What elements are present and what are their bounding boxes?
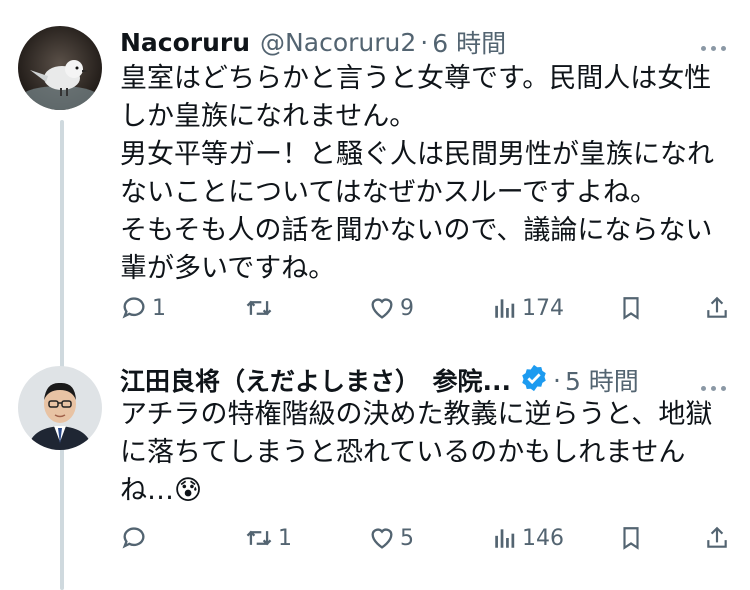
retweet-icon bbox=[246, 530, 272, 546]
thread-line bbox=[60, 460, 64, 580]
action-bar: 1 9 174 bbox=[120, 288, 732, 328]
separator-dot: · bbox=[553, 365, 561, 395]
bird-photo-avatar[interactable] bbox=[18, 26, 102, 110]
reply-count: 1 bbox=[152, 295, 166, 321]
tweet-text: 皇室はどちらかと言うと女尊です。民間人は女性しか皇族になれません。 男女平等ガー… bbox=[120, 63, 714, 284]
like-button[interactable]: 9 bbox=[368, 288, 414, 328]
more-options-icon[interactable] bbox=[698, 36, 728, 55]
bookmark-button[interactable] bbox=[618, 518, 644, 558]
bookmark-icon bbox=[623, 297, 639, 320]
reply-button[interactable]: 1 bbox=[120, 288, 166, 328]
bookmark-icon bbox=[623, 527, 639, 550]
views-count: 174 bbox=[522, 295, 564, 321]
retweet-count: 1 bbox=[278, 525, 292, 551]
heart-icon bbox=[371, 298, 393, 319]
share-button[interactable] bbox=[704, 518, 730, 558]
tweet-text: アチラの特権階級の決めた教義に逆らうと、地獄に落ちてしまうと恐れているのかもしれ… bbox=[120, 399, 713, 506]
retweet-button[interactable] bbox=[244, 288, 278, 328]
retweet-button[interactable]: 1 bbox=[244, 518, 292, 558]
bookmark-button[interactable] bbox=[618, 288, 644, 328]
views-chart-icon bbox=[495, 529, 515, 548]
views-chart-icon bbox=[495, 299, 515, 318]
like-count: 5 bbox=[400, 525, 414, 551]
views-button[interactable]: 146 bbox=[492, 518, 564, 558]
views-button[interactable]: 174 bbox=[492, 288, 564, 328]
timestamp[interactable]: 6 時間 bbox=[432, 24, 506, 60]
more-options-icon[interactable] bbox=[698, 376, 728, 395]
retweet-icon bbox=[246, 300, 272, 316]
verified-badge-icon bbox=[519, 363, 549, 397]
share-icon bbox=[707, 526, 727, 548]
action-bar: 1 5 146 bbox=[120, 518, 732, 558]
tweet-header: Nacoruru @Nacoruru2 · 6 時間 bbox=[120, 22, 734, 62]
views-count: 146 bbox=[522, 525, 564, 551]
timestamp[interactable]: 5 時間 bbox=[565, 362, 639, 398]
reply-icon bbox=[122, 527, 145, 549]
share-button[interactable] bbox=[704, 288, 730, 328]
man-in-suit-avatar[interactable] bbox=[18, 366, 102, 450]
author-name[interactable]: 江田良将（えだよしまさ） 参院... bbox=[120, 362, 511, 398]
tweet-2[interactable]: 江田良将（えだよしまさ） 参院... · 5 時間 アチラの特権階級の決めた教義… bbox=[0, 340, 750, 580]
reply-icon bbox=[122, 297, 145, 319]
author-handle[interactable]: @Nacoruru2 bbox=[260, 28, 416, 57]
author-name[interactable]: Nacoruru bbox=[120, 28, 250, 57]
separator-dot: · bbox=[420, 27, 429, 57]
tweet-1[interactable]: Nacoruru @Nacoruru2 · 6 時間 皇室はどちらかと言うと女尊… bbox=[0, 0, 750, 590]
heart-icon bbox=[371, 528, 393, 549]
reply-button[interactable] bbox=[120, 518, 152, 558]
like-count: 9 bbox=[400, 295, 414, 321]
like-button[interactable]: 5 bbox=[368, 518, 414, 558]
tweet-header: 江田良将（えだよしまさ） 参院... · 5 時間 bbox=[120, 360, 734, 400]
share-icon bbox=[707, 296, 727, 318]
